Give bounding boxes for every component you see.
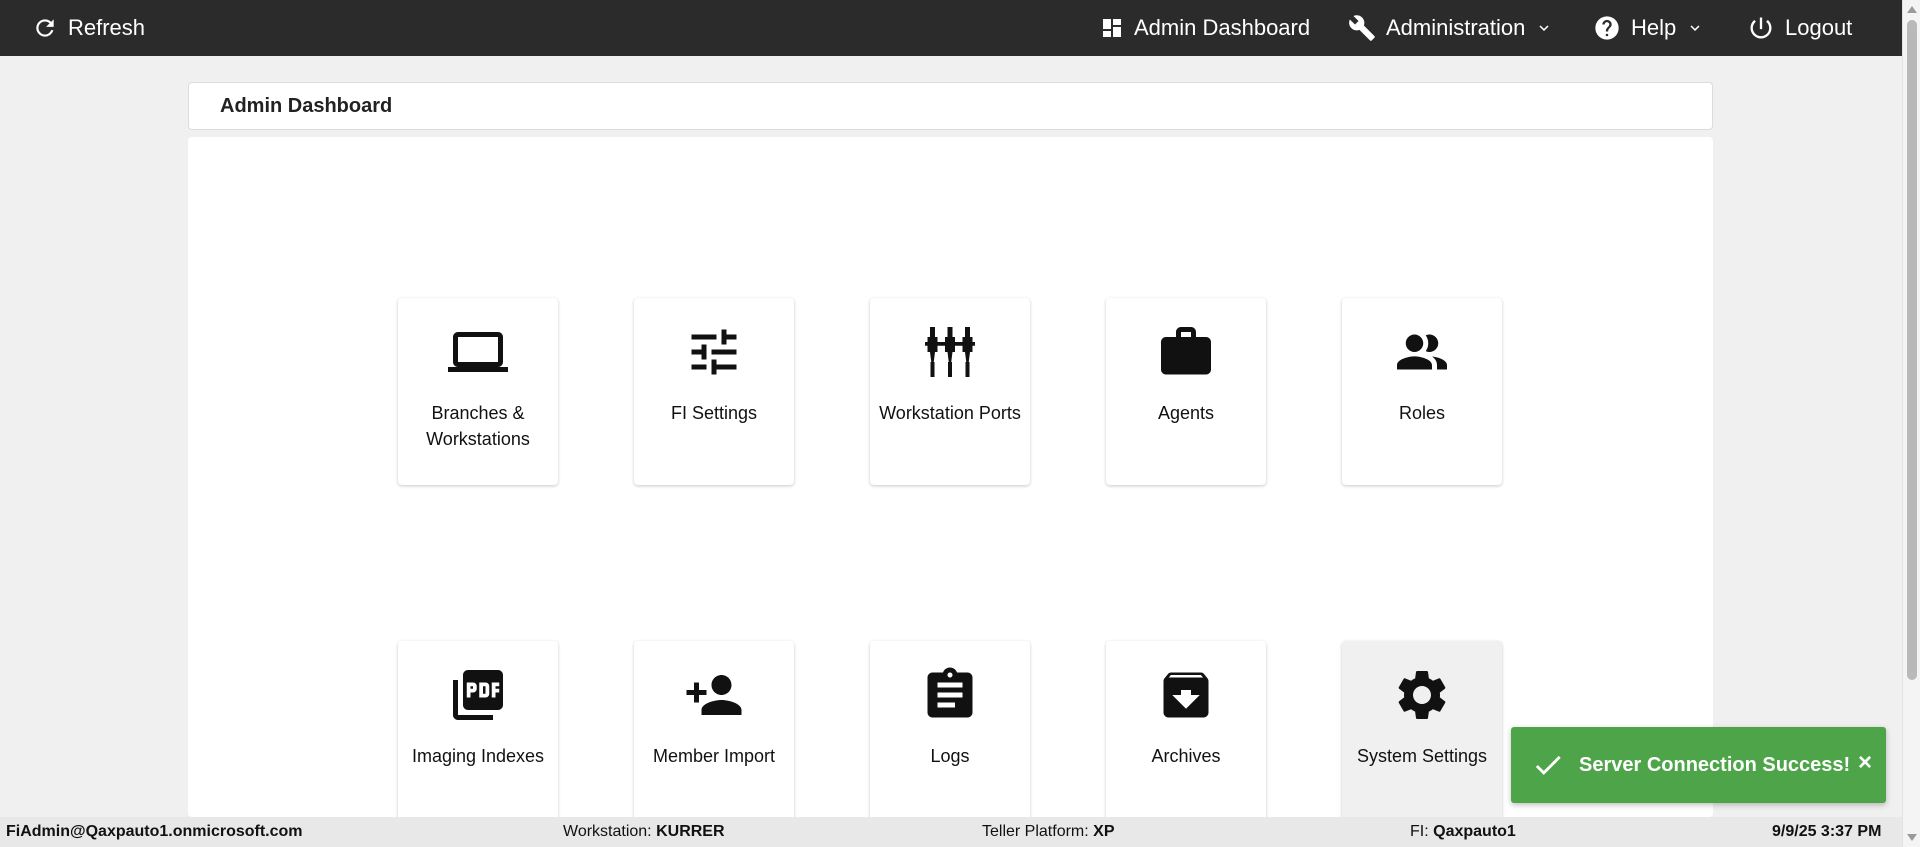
- refresh-icon: [36, 19, 54, 37]
- wrench-icon: [1349, 15, 1375, 41]
- chevron-down-icon: [1539, 25, 1549, 31]
- tile-label: Logs: [930, 746, 970, 766]
- tile-label: Archives: [1151, 746, 1221, 766]
- checkmark-icon: [1535, 755, 1561, 775]
- status-workstation-value: KURRER: [656, 823, 725, 840]
- pdf-icon: [453, 670, 503, 720]
- status-platform-value: XP: [1093, 823, 1115, 840]
- help-label: Help: [1631, 15, 1677, 40]
- refresh-label: Refresh: [68, 15, 146, 40]
- success-toast: Server Connection Success! ×: [1511, 727, 1886, 803]
- status-workstation: Workstation: KURRER: [563, 823, 725, 841]
- status-datetime-value: 9/9/25 3:37 PM: [1772, 823, 1882, 840]
- tile-label: Imaging Indexes: [411, 746, 545, 766]
- tile-member-import[interactable]: Member Import: [634, 641, 794, 828]
- refresh-button[interactable]: Refresh: [32, 0, 145, 56]
- tile-system-settings[interactable]: System Settings: [1342, 641, 1502, 828]
- administration-menu[interactable]: Administration: [1348, 0, 1553, 56]
- status-workstation-label: Workstation:: [563, 823, 652, 840]
- scrollbar-thumb[interactable]: [1907, 20, 1917, 680]
- tile-agents[interactable]: Agents: [1106, 298, 1266, 485]
- power-icon: [1750, 17, 1772, 39]
- tile-label: Roles: [1398, 403, 1446, 423]
- ports-icon: [925, 327, 975, 377]
- status-datetime: 9/9/25 3:37 PM: [1772, 823, 1881, 841]
- sliders-icon: [691, 329, 737, 375]
- toast-close-button[interactable]: ×: [1858, 749, 1872, 777]
- tile-label: System Settings: [1356, 746, 1488, 766]
- add-person-icon: [686, 675, 742, 715]
- tile-logs[interactable]: Logs: [870, 641, 1030, 828]
- tile-roles[interactable]: Roles: [1342, 298, 1502, 485]
- tile-archives[interactable]: Archives: [1106, 641, 1266, 828]
- toast-message: Server Connection Success!: [1579, 753, 1851, 776]
- chevron-down-icon: [1690, 25, 1700, 31]
- administration-label: Administration: [1386, 15, 1526, 40]
- page-title: Admin Dashboard: [220, 94, 393, 117]
- top-navigation-bar: Refresh Admin Dashboard Administration H…: [0, 0, 1902, 56]
- tile-label: Agents: [1157, 403, 1215, 423]
- dashboard-panel: Branches & Workstations FI Settings Work…: [188, 137, 1713, 828]
- scroll-down-arrow[interactable]: [1907, 834, 1917, 841]
- tile-label: Member Import: [652, 746, 776, 766]
- admin-dashboard-link[interactable]: Admin Dashboard: [1100, 0, 1310, 56]
- status-fi-label: FI:: [1410, 823, 1429, 840]
- scroll-up-arrow[interactable]: [1907, 6, 1917, 13]
- status-fi: FI: Qaxpauto1: [1410, 823, 1516, 841]
- status-platform: Teller Platform: XP: [982, 823, 1115, 841]
- logout-button[interactable]: Logout: [1747, 0, 1852, 56]
- dashboard-icon: [1103, 19, 1121, 37]
- logout-label: Logout: [1785, 15, 1853, 40]
- people-icon: [1397, 334, 1447, 370]
- tile-workstation-ports[interactable]: Workstation Ports: [870, 298, 1030, 485]
- laptop-icon: [448, 332, 508, 372]
- status-user: FiAdmin@Qaxpauto1.onmicrosoft.com: [6, 823, 303, 841]
- tile-fi-settings[interactable]: FI Settings: [634, 298, 794, 485]
- admin-dashboard-label: Admin Dashboard: [1134, 15, 1311, 40]
- tile-label: Workstation Ports: [879, 403, 1021, 423]
- vertical-scrollbar[interactable]: [1902, 0, 1920, 847]
- status-fi-value: Qaxpauto1: [1433, 823, 1516, 840]
- archive-icon: [1163, 672, 1209, 718]
- tile-imaging-indexes[interactable]: Imaging Indexes: [398, 641, 558, 828]
- briefcase-icon: [1161, 327, 1211, 375]
- tile-branches-workstations[interactable]: Branches & Workstations: [398, 298, 558, 485]
- help-icon: [1595, 16, 1619, 40]
- page-header: Admin Dashboard: [188, 82, 1713, 130]
- status-bar: FiAdmin@Qaxpauto1.onmicrosoft.com Workst…: [0, 817, 1902, 847]
- clipboard-icon: [927, 667, 973, 718]
- tile-label: FI Settings: [670, 403, 758, 423]
- status-user-value: FiAdmin@Qaxpauto1.onmicrosoft.com: [6, 823, 303, 840]
- tile-label: Branches & Workstations: [426, 403, 530, 449]
- help-menu[interactable]: Help: [1593, 0, 1704, 56]
- gear-icon: [1398, 671, 1446, 719]
- status-platform-label: Teller Platform:: [982, 823, 1089, 840]
